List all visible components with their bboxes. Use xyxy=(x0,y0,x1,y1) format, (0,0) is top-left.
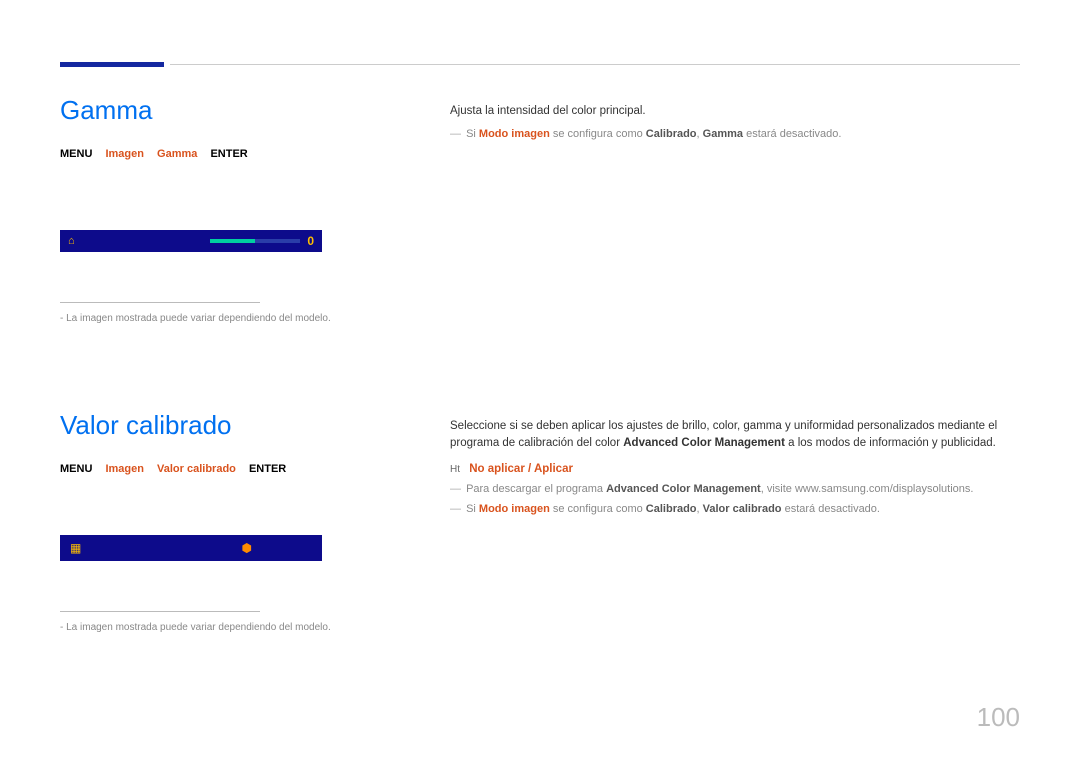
valor-footnote-divider xyxy=(60,611,260,612)
gamma-slider-fill xyxy=(210,239,255,243)
valor-footnote: La imagen mostrada puede variar dependie… xyxy=(60,622,400,633)
t: estará desactivado. xyxy=(743,128,841,140)
gamma-note: Si Modo imagen se configura como Calibra… xyxy=(450,126,1020,143)
header-accent-bar xyxy=(60,62,164,67)
gamma-footnote-divider xyxy=(60,302,260,303)
valor-title: Valor calibrado xyxy=(60,410,400,441)
t: se configura como xyxy=(550,128,646,140)
t: Advanced Color Management xyxy=(606,483,761,495)
t: Calibrado xyxy=(646,503,697,515)
t: estará desactivado. xyxy=(782,503,880,515)
valor-breadcrumb: MENU Imagen Valor calibrado ENTER xyxy=(60,463,400,475)
bc-enter: ENTER xyxy=(249,463,286,475)
t: Si xyxy=(466,128,479,140)
bc-gamma: Gamma xyxy=(157,148,197,160)
t: Valor calibrado xyxy=(703,503,782,515)
picture-icon: ⌂ xyxy=(68,235,75,247)
valor-right-column: Seleccione si se deben aplicar los ajust… xyxy=(450,418,1020,518)
t: se configura como xyxy=(550,503,646,515)
t: Para descargar el programa xyxy=(466,483,606,495)
t: Gamma xyxy=(703,128,743,140)
valor-left-column: Valor calibrado MENU Imagen Valor calibr… xyxy=(60,410,400,633)
valor-subnote-disabled: Si Modo imagen se configura como Calibra… xyxy=(450,501,1020,518)
bc-imagen: Imagen xyxy=(105,463,144,475)
bullet-sym: Ht xyxy=(450,464,460,475)
bullet-options: No aplicar / Aplicar xyxy=(469,463,573,475)
gamma-left-column: Gamma MENU Imagen Gamma ENTER ⌂ 0 La ima… xyxy=(60,95,400,324)
valor-options-bullet: Ht No aplicar / Aplicar xyxy=(450,463,1020,475)
bc-imagen: Imagen xyxy=(105,148,144,160)
bc-valor: Valor calibrado xyxy=(157,463,236,475)
bc-menu: MENU xyxy=(60,148,92,160)
page-number: 100 xyxy=(977,702,1020,733)
t: Modo imagen xyxy=(479,128,550,140)
t: , visite www.samsung.com/displaysolution… xyxy=(761,483,974,495)
header-divider xyxy=(170,64,1020,65)
valor-osd-bar: ▦ ⬢ xyxy=(60,535,322,561)
valor-description: Seleccione si se deben aplicar los ajust… xyxy=(450,418,1020,453)
picture-icon: ▦ xyxy=(70,541,81,555)
gamma-title: Gamma xyxy=(60,95,400,126)
t: Si xyxy=(466,503,479,515)
t: Advanced Color Management xyxy=(623,437,785,449)
t: a los modos de información y publicidad. xyxy=(785,437,996,449)
valor-subnote-download: Para descargar el programa Advanced Colo… xyxy=(450,481,1020,498)
t: Modo imagen xyxy=(479,503,550,515)
gamma-value: 0 xyxy=(307,234,314,248)
gamma-breadcrumb: MENU Imagen Gamma ENTER xyxy=(60,148,400,160)
gamma-footnote: La imagen mostrada puede variar dependie… xyxy=(60,313,400,324)
bc-menu: MENU xyxy=(60,463,92,475)
gamma-osd-bar: ⌂ 0 xyxy=(60,230,322,252)
t: Calibrado xyxy=(646,128,697,140)
gamma-right-column: Ajusta la intensidad del color principal… xyxy=(450,103,1020,143)
calibration-icon: ⬢ xyxy=(242,541,252,555)
bc-enter: ENTER xyxy=(210,148,247,160)
gamma-description: Ajusta la intensidad del color principal… xyxy=(450,103,1020,120)
